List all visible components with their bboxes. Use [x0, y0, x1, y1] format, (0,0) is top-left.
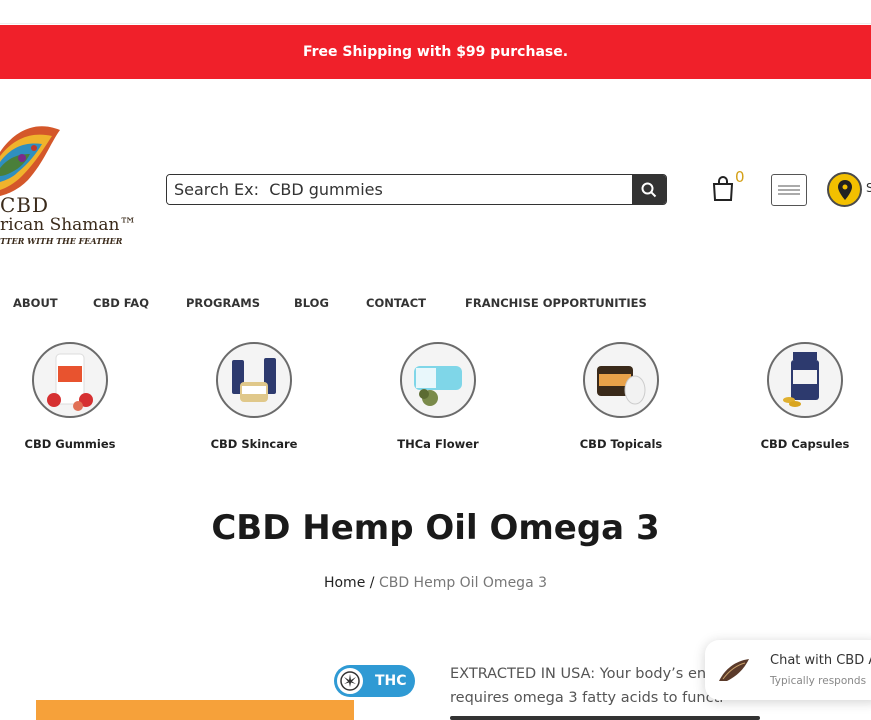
- category-label: CBD Capsules: [760, 437, 850, 451]
- gummies-product-image: [32, 342, 108, 418]
- category-label: CBD Skincare: [210, 437, 298, 451]
- store-locator-button[interactable]: [827, 172, 862, 207]
- hamburger-menu-button[interactable]: [771, 174, 807, 206]
- category-label: CBD Gummies: [24, 437, 116, 451]
- main-nav: ABOUT CBD FAQ PROGRAMS BLOG CONTACT FRAN…: [0, 296, 871, 316]
- store-locator-label: S: [866, 181, 871, 195]
- breadcrumb: Home / CBD Hemp Oil Omega 3: [0, 575, 871, 591]
- category-label: CBD Topicals: [579, 437, 663, 451]
- category-cbd-capsules[interactable]: CBD Capsules: [745, 342, 865, 451]
- logo-text-cbd: CBD: [0, 193, 50, 217]
- topicals-product-image: [583, 342, 659, 418]
- description-divider: [450, 716, 760, 720]
- thc-badge-label: THC: [375, 673, 407, 689]
- skincare-product-image: [216, 342, 292, 418]
- search-button[interactable]: [632, 175, 666, 204]
- nav-blog[interactable]: BLOG: [294, 296, 329, 310]
- search-icon: [641, 182, 657, 197]
- chat-widget[interactable]: Chat with CBD A Typically responds: [705, 640, 871, 700]
- logo-tagline: TTER WITH THE FEATHER: [0, 236, 123, 246]
- search-bar: [166, 174, 667, 205]
- location-pin-icon: [837, 179, 852, 200]
- product-image[interactable]: [36, 700, 354, 720]
- feather-chat-icon: [719, 659, 749, 681]
- nav-programs[interactable]: PROGRAMS: [186, 296, 260, 310]
- nav-contact[interactable]: CONTACT: [366, 296, 426, 310]
- cart-button[interactable]: [710, 176, 738, 202]
- promo-banner: Free Shipping with $99 purchase.: [0, 25, 871, 79]
- logo-text-name: rican Shaman™: [0, 215, 137, 235]
- capsules-product-image: [767, 342, 843, 418]
- site-logo[interactable]: CBD rican Shaman™ TTER WITH THE FEATHER: [0, 118, 137, 248]
- search-input[interactable]: [167, 175, 632, 204]
- breadcrumb-current: CBD Hemp Oil Omega 3: [378, 575, 548, 591]
- cart-count: 0: [735, 168, 745, 186]
- category-cbd-topicals[interactable]: CBD Topicals: [561, 342, 681, 451]
- feather-logo-icon: [0, 126, 60, 196]
- chat-subtitle: Typically responds: [770, 675, 867, 687]
- category-thca-flower[interactable]: THCa Flower: [378, 342, 498, 451]
- nav-cbd-faq[interactable]: CBD FAQ: [93, 296, 149, 310]
- category-cbd-skincare[interactable]: CBD Skincare: [194, 342, 314, 451]
- hamburger-icon: [778, 185, 800, 195]
- shopping-bag-icon: [712, 176, 734, 201]
- nav-franchise-opportunities[interactable]: FRANCHISE OPPORTUNITIES: [465, 296, 647, 310]
- breadcrumb-separator: /: [369, 575, 375, 591]
- cannabis-leaf-icon: [335, 666, 365, 696]
- thc-badge[interactable]: THC: [334, 665, 415, 697]
- top-strip: [0, 0, 871, 24]
- breadcrumb-home-link[interactable]: Home: [324, 575, 365, 591]
- category-label: THCa Flower: [397, 437, 479, 451]
- thca-product-image: [400, 342, 476, 418]
- nav-about[interactable]: ABOUT: [13, 296, 58, 310]
- product-title: CBD Hemp Oil Omega 3: [211, 508, 660, 548]
- promo-banner-text: Free Shipping with $99 purchase.: [302, 44, 569, 60]
- chat-title: Chat with CBD A: [770, 653, 871, 668]
- category-cbd-gummies[interactable]: CBD Gummies: [10, 342, 130, 451]
